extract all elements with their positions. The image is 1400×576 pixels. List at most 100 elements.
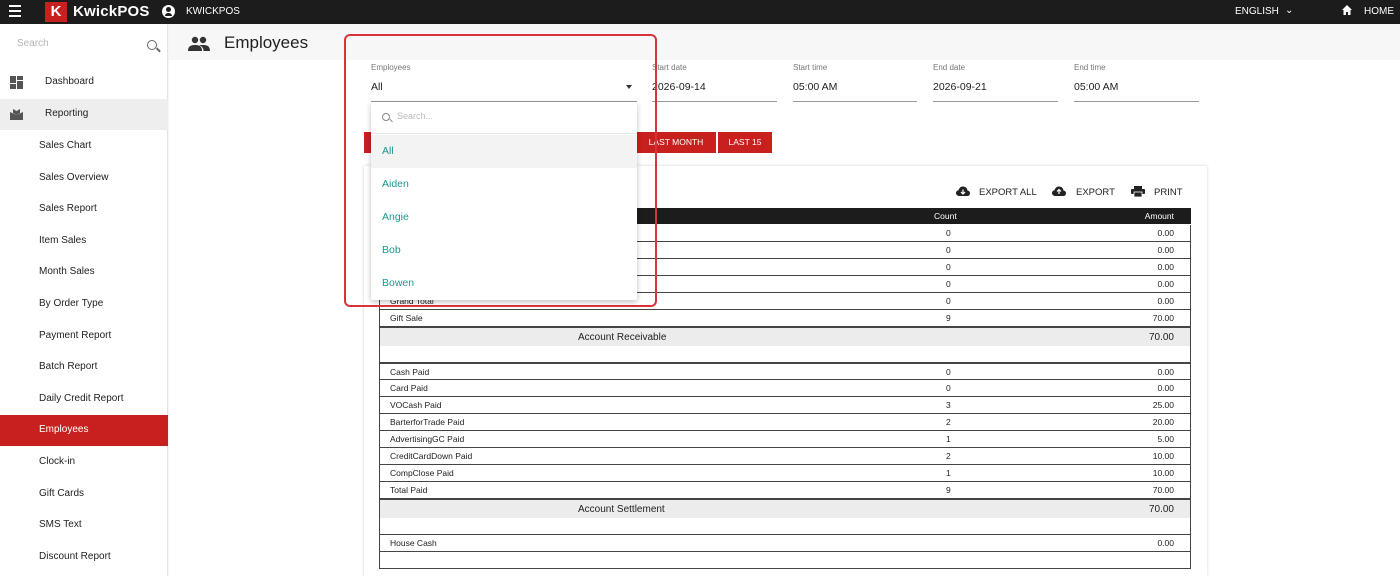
sidebar-item-label: Sales Overview (39, 172, 109, 183)
sidebar-item-payment-report[interactable]: Payment Report (0, 321, 168, 351)
cloud-upload-icon[interactable] (1052, 186, 1066, 197)
home-link[interactable]: HOME (1364, 6, 1394, 17)
sidebar-item-employees[interactable]: Employees (0, 415, 168, 446)
reporting-icon (10, 109, 23, 120)
table-row: CreditCardDown Paid 2 10.00 (379, 448, 1191, 465)
highlight-box (344, 34, 657, 307)
sidebar-item-by-order-type[interactable]: By Order Type (0, 289, 168, 319)
row-amount: 10.00 (1152, 451, 1174, 461)
sidebar-item-label: By Order Type (39, 298, 104, 309)
row-name: House Cash (390, 538, 437, 548)
section-account-settlement: Account Settlement 70.00 (379, 499, 1191, 519)
brand-name: KwickPOS (73, 3, 150, 20)
sidebar-item-label: Batch Report (39, 361, 98, 372)
cloud-download-icon[interactable] (956, 186, 970, 197)
people-icon (188, 36, 210, 51)
start-time-field[interactable]: Start time 05:00 AM (793, 60, 917, 102)
table-row: Gift Sale 9 70.00 (379, 310, 1191, 327)
sidebar-item-item-sales[interactable]: Item Sales (0, 226, 168, 256)
row-amount: 0.00 (1157, 367, 1174, 377)
chevron-down-icon[interactable]: ⌄ (1285, 5, 1293, 16)
sidebar-item-gift-cards[interactable]: Gift Cards (0, 479, 168, 509)
sidebar-item-clock-in[interactable]: Clock-in (0, 447, 168, 477)
sidebar-search (0, 24, 168, 68)
row-amount: 25.00 (1152, 400, 1174, 410)
end-date-field[interactable]: End date 2026-09-21 (933, 60, 1058, 102)
table-row: AdvertisingGC Paid 1 5.00 (379, 431, 1191, 448)
sidebar-item-sms-text[interactable]: SMS Text (0, 510, 168, 540)
sidebar-item-label: Employees (39, 424, 89, 435)
sidebar-item-month-sales[interactable]: Month Sales (0, 257, 168, 287)
start-date-label: Start date (652, 63, 687, 72)
start-date-value: 2026-09-14 (652, 81, 706, 93)
sidebar-item-label: Clock-in (39, 456, 76, 467)
row-name: AdvertisingGC Paid (390, 434, 465, 444)
row-amount: 10.00 (1152, 468, 1174, 478)
table-row: CompClose Paid 1 10.00 (379, 465, 1191, 482)
section-value: 70.00 (1148, 332, 1174, 343)
end-time-value: 05:00 AM (1074, 81, 1119, 93)
sidebar-item-label: Sales Chart (39, 140, 92, 151)
end-date-value: 2026-09-21 (933, 81, 987, 93)
row-name: Cash Paid (390, 367, 430, 377)
sidebar-item-label: Dashboard (45, 76, 94, 87)
sidebar-item-label: SMS Text (39, 519, 82, 530)
sidebar-item-label: Reporting (45, 108, 89, 119)
account-name[interactable]: KWICKPOS (186, 6, 240, 17)
row-amount: 70.00 (1152, 485, 1174, 495)
row-name: VOCash Paid (390, 400, 442, 410)
brand-logo-icon: K (45, 2, 67, 22)
section-account-receivable: Account Receivable 70.00 (379, 327, 1191, 347)
amount-header: Amount (1144, 211, 1174, 221)
print-icon[interactable] (1131, 186, 1145, 197)
spacer-row (379, 552, 1191, 569)
search-icon[interactable] (147, 40, 157, 50)
menu-icon[interactable] (9, 5, 21, 19)
print-button[interactable]: PRINT (1154, 187, 1183, 198)
sidebar-item-daily-credit-report[interactable]: Daily Credit Report (0, 384, 168, 414)
row-name: CompClose Paid (390, 468, 454, 478)
table-row: BarterforTrade Paid 2 20.00 (379, 414, 1191, 431)
row-amount: 0.00 (1157, 383, 1174, 393)
sidebar-item-discount-report[interactable]: Discount Report (0, 542, 168, 572)
sidebar-item-label: Discount Report (39, 551, 111, 562)
end-time-field[interactable]: End time 05:00 AM (1074, 60, 1199, 102)
row-name: Gift Sale (390, 313, 423, 323)
table-row: Total Paid 9 70.00 (379, 482, 1191, 499)
sidebar-item-sales-report[interactable]: Sales Report (0, 194, 168, 224)
table-row: House Cash 0.00 (379, 535, 1191, 552)
start-time-value: 05:00 AM (793, 81, 838, 93)
section-title: Account Settlement (578, 504, 665, 515)
language-selector[interactable]: ENGLISH (1235, 6, 1279, 17)
table-row: VOCash Paid 3 25.00 (379, 397, 1191, 414)
row-amount: 5.00 (1157, 434, 1174, 444)
sidebar-item-label: Payment Report (39, 330, 112, 341)
top-bar: K KwickPOS KWICKPOS ENGLISH ⌄ HOME (0, 0, 1400, 24)
row-name: BarterforTrade Paid (390, 417, 465, 427)
row-amount: 0.00 (1157, 245, 1174, 255)
row-amount: 20.00 (1152, 417, 1174, 427)
last-15-button[interactable]: LAST 15 (718, 132, 772, 153)
table-row: Cash Paid 0 0.00 (379, 363, 1191, 380)
sidebar-item-reporting[interactable]: Reporting (0, 99, 168, 130)
home-icon[interactable] (1341, 4, 1353, 16)
row-amount: 0.00 (1157, 228, 1174, 238)
sidebar-item-sales-chart[interactable]: Sales Chart (0, 131, 168, 161)
sidebar-search-input[interactable] (17, 38, 137, 49)
sidebar-item-batch-report[interactable]: Batch Report (0, 352, 168, 382)
export-all-button[interactable]: EXPORT ALL (979, 187, 1037, 198)
sidebar-item-sales-overview[interactable]: Sales Overview (0, 163, 168, 193)
sidebar-item-label: Daily Credit Report (39, 393, 124, 404)
row-amount: 0.00 (1157, 538, 1174, 548)
row-name: CreditCardDown Paid (390, 451, 473, 461)
count-header: Count (934, 211, 957, 221)
export-button[interactable]: EXPORT (1076, 187, 1115, 198)
sidebar-item-dashboard[interactable]: Dashboard (0, 67, 168, 98)
end-date-label: End date (933, 63, 966, 72)
section-value: 70.00 (1148, 504, 1174, 515)
row-name: Total Paid (390, 485, 428, 495)
start-date-field[interactable]: Start date 2026-09-14 (652, 60, 777, 102)
row-amount: 0.00 (1157, 262, 1174, 272)
row-name: Card Paid (390, 383, 428, 393)
account-icon[interactable] (162, 5, 175, 18)
